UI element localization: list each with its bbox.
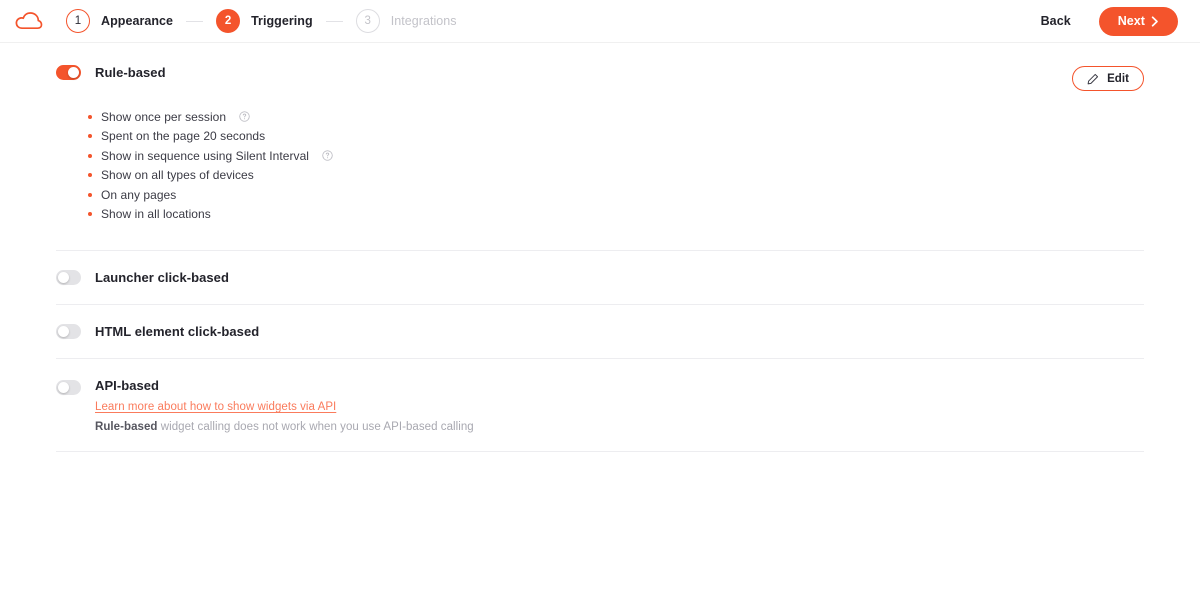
- rule-item: On any pages: [88, 185, 1144, 205]
- step-appearance-badge: 1: [66, 9, 90, 33]
- bullet-icon: [88, 173, 92, 178]
- cloud-outline-icon: [15, 12, 43, 30]
- api-learn-more-link[interactable]: Learn more about how to show widgets via…: [95, 401, 336, 413]
- edit-rules-button[interactable]: Edit: [1072, 66, 1144, 91]
- step-appearance[interactable]: 1 Appearance: [66, 9, 173, 33]
- wizard-header: 1 Appearance 2 Triggering 3 Integrations…: [0, 0, 1200, 43]
- launcher-click-based-title: Launcher click-based: [95, 270, 229, 285]
- rule-list: Show once per session Spent on the page …: [88, 107, 1144, 224]
- back-button[interactable]: Back: [1039, 10, 1073, 32]
- launcher-click-based-toggle[interactable]: [56, 270, 81, 285]
- bullet-icon: [88, 114, 92, 119]
- pencil-icon: [1087, 73, 1099, 85]
- help-circle-icon[interactable]: [239, 111, 250, 122]
- edit-rules-label: Edit: [1107, 72, 1129, 85]
- html-element-toggle-row: HTML element click-based: [56, 324, 1144, 339]
- bullet-icon: [88, 212, 92, 217]
- rule-based-toggle[interactable]: [56, 65, 81, 80]
- api-note-strong: Rule-based: [95, 421, 158, 433]
- rule-item: Spent on the page 20 seconds: [88, 127, 1144, 147]
- rule-text: Show in sequence using Silent Interval: [101, 148, 310, 163]
- step-triggering-label: Triggering: [251, 14, 313, 28]
- next-button[interactable]: Next: [1098, 6, 1178, 36]
- api-note-rest: widget calling does not work when you us…: [157, 421, 474, 433]
- bullet-icon: [88, 153, 92, 158]
- html-element-click-based-toggle[interactable]: [56, 324, 81, 339]
- rule-item: Show in sequence using Silent Interval: [88, 146, 1144, 166]
- section-rule-based: Rule-based Edit Show once per session Sp…: [56, 43, 1144, 251]
- rule-text: Show on all types of devices: [101, 168, 254, 183]
- api-based-note: Rule-based widget calling does not work …: [95, 421, 474, 433]
- api-based-body: API-based Learn more about how to show w…: [95, 378, 474, 433]
- rule-text: Show once per session: [101, 109, 227, 124]
- step-separator-2: [325, 20, 343, 22]
- bullet-icon: [88, 192, 92, 197]
- rule-item: Show on all types of devices: [88, 166, 1144, 186]
- step-triggering-badge: 2: [216, 9, 241, 33]
- launcher-toggle-row: Launcher click-based: [56, 270, 1144, 285]
- step-triggering[interactable]: 2 Triggering: [216, 9, 313, 33]
- rule-item: Show in all locations: [88, 205, 1144, 225]
- api-based-title: API-based: [95, 378, 160, 393]
- wizard-steps: 1 Appearance 2 Triggering 3 Integrations: [66, 9, 1039, 33]
- next-button-label: Next: [1117, 14, 1145, 28]
- header-actions: Back Next: [1039, 6, 1178, 36]
- api-based-toggle[interactable]: [56, 380, 81, 395]
- step-separator-1: [186, 20, 204, 22]
- app-logo[interactable]: [12, 4, 46, 38]
- rule-item: Show once per session: [88, 107, 1144, 127]
- section-api-based: API-based Learn more about how to show w…: [56, 359, 1144, 452]
- rule-text: Show in all locations: [101, 207, 211, 222]
- help-circle-icon[interactable]: [322, 150, 333, 161]
- rule-based-toggle-row: Rule-based: [56, 65, 166, 80]
- chevron-right-icon: [1151, 15, 1159, 27]
- html-element-click-based-title: HTML element click-based: [95, 324, 260, 339]
- section-launcher-click-based: Launcher click-based: [56, 251, 1144, 305]
- step-integrations[interactable]: 3 Integrations: [355, 9, 457, 33]
- rule-based-header: Rule-based Edit: [56, 65, 1144, 91]
- api-based-toggle-row: API-based Learn more about how to show w…: [56, 378, 1144, 433]
- bullet-icon: [88, 134, 92, 139]
- step-integrations-label: Integrations: [390, 14, 457, 28]
- rule-text: On any pages: [101, 187, 177, 202]
- step-appearance-label: Appearance: [101, 14, 174, 28]
- rule-based-title: Rule-based: [95, 65, 166, 80]
- step-integrations-badge: 3: [355, 9, 380, 33]
- triggering-setup-page: 1 Appearance 2 Triggering 3 Integrations…: [0, 0, 1200, 592]
- triggering-options: Rule-based Edit Show once per session Sp…: [0, 43, 1200, 452]
- section-html-element-click-based: HTML element click-based: [56, 305, 1144, 359]
- rule-text: Spent on the page 20 seconds: [101, 129, 266, 144]
